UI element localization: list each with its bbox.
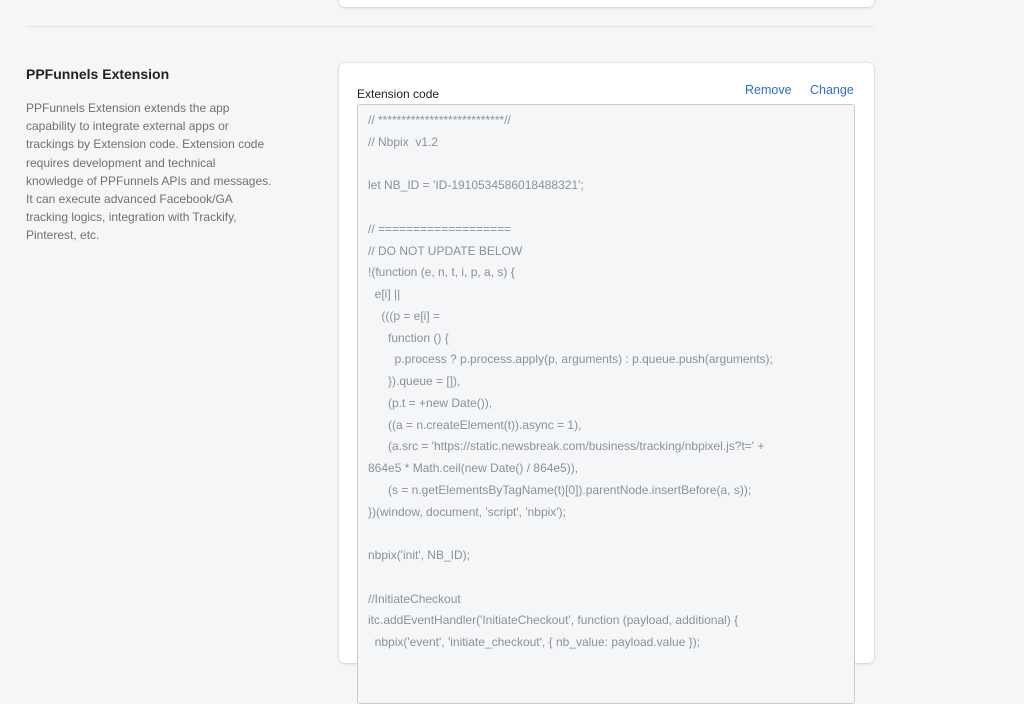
- extension-code-textarea[interactable]: // ***************************// // Nbpi…: [357, 104, 855, 704]
- code-line: // ***************************//: [368, 113, 511, 127]
- change-link[interactable]: Change: [810, 83, 854, 97]
- code-line: (p.t = +new Date()),: [368, 395, 493, 410]
- remove-link[interactable]: Remove: [745, 83, 792, 97]
- extension-code-label: Extension code: [357, 87, 440, 101]
- code-line: //InitiateCheckout: [368, 591, 461, 606]
- code-line: e[i] ||: [368, 287, 401, 301]
- code-line: }).queue = []),: [368, 374, 461, 388]
- code-line: // ===================: [368, 221, 512, 236]
- code-line: nbpix('event', 'initiate_checkout', { nb…: [368, 635, 701, 649]
- section-title: PPFunnels Extension: [26, 66, 170, 82]
- section-divider: [26, 26, 874, 27]
- code-line: nbpix('init', NB_ID);: [368, 548, 470, 562]
- previous-section-card: [339, 0, 874, 7]
- code-line: })(window, document, 'script', 'nbpix');: [368, 504, 566, 519]
- code-line: 864e5 * Math.ceil(new Date() / 864e5)),: [368, 461, 579, 475]
- code-line: // Nbpix v1.2: [368, 134, 439, 149]
- code-line: (((p = e[i] =: [368, 308, 441, 323]
- code-line: let NB_ID = 'ID-1910534586018488321';: [368, 178, 584, 193]
- code-line: (a.src = 'https://static.newsbreak.com/b…: [368, 439, 765, 454]
- code-line: p.process ? p.process.apply(p, arguments…: [368, 352, 773, 367]
- code-line: ((a = n.createElement(t)).async = 1),: [368, 417, 582, 432]
- code-line: !(function (e, n, t, i, p, a, s) {: [368, 265, 515, 280]
- code-line: function () {: [368, 330, 449, 345]
- code-line: (s = n.getElementsByTagName(t)[0]).paren…: [368, 482, 752, 497]
- code-line: // DO NOT UPDATE BELOW: [368, 243, 523, 258]
- code-line: itc.addEventHandler('InitiateCheckout', …: [368, 613, 739, 628]
- section-description: PPFunnels Extension extends the app capa…: [26, 101, 272, 243]
- extension-card: Extension code Remove Change // ********…: [339, 63, 874, 704]
